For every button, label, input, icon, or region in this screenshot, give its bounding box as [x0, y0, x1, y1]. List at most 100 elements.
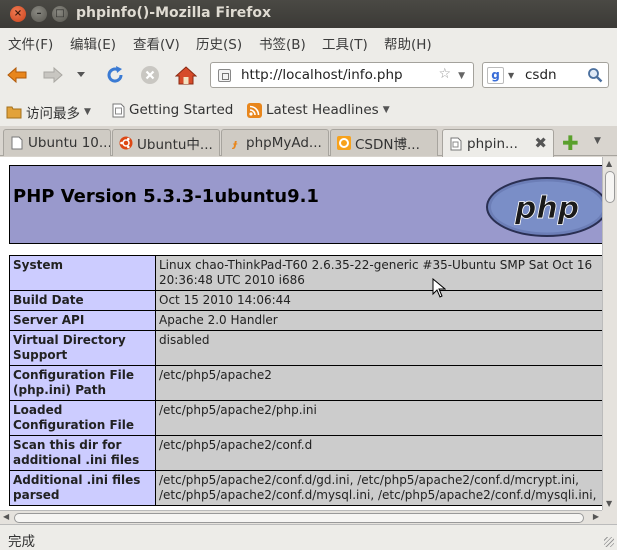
tab-phpinfo[interactable]: phpin... ✖ — [442, 129, 554, 157]
tab-label: phpMyAd... — [246, 135, 322, 151]
tab-label: Ubuntu 10... — [28, 135, 111, 151]
tab-label: Ubuntu中... — [137, 137, 213, 153]
page-icon — [449, 137, 463, 151]
bookmark-label: Latest Headlines — [266, 102, 379, 118]
menu-history[interactable]: 历史(S) — [196, 33, 242, 53]
page-icon — [10, 136, 24, 150]
table-cell-key: Additional .ini files parsed — [9, 470, 156, 506]
close-tab-icon[interactable]: ✖ — [534, 134, 547, 152]
forward-arrow-icon — [43, 66, 63, 84]
close-window-button[interactable]: × — [10, 6, 26, 22]
tab-csdn[interactable]: CSDN博... — [330, 129, 438, 156]
bookmark-latest-headlines[interactable]: Latest Headlines ▼ — [247, 102, 390, 118]
table-cell-value: Oct 15 2010 14:06:44 — [155, 290, 602, 311]
close-icon: × — [13, 8, 23, 19]
menu-bookmarks[interactable]: 书签(B) — [259, 33, 306, 53]
stop-button[interactable] — [139, 64, 161, 86]
scroll-right-arrow-icon[interactable]: ▶ — [593, 512, 599, 521]
menu-edit[interactable]: 编辑(E) — [70, 33, 116, 53]
table-cell-value: /etc/php5/apache2/php.ini — [155, 400, 602, 436]
window-title: phpinfo()-Mozilla Firefox — [76, 5, 272, 21]
php-logo-icon: php — [486, 177, 602, 237]
mouse-pointer-icon — [432, 278, 446, 298]
horizontal-scroll-thumb[interactable] — [14, 513, 584, 523]
table-row: System Linux chao-ThinkPad-T60 2.6.35-22… — [9, 255, 602, 291]
bookmark-star-icon[interactable]: ☆ — [438, 66, 451, 82]
scroll-left-arrow-icon[interactable]: ◀ — [3, 512, 9, 521]
table-cell-value: /etc/php5/apache2/conf.d — [155, 435, 602, 471]
chevron-down-icon: ▼ — [84, 107, 91, 117]
google-icon[interactable]: g — [487, 67, 504, 84]
bookmark-getting-started[interactable]: Getting Started — [112, 102, 233, 118]
table-row: Additional .ini files parsed /etc/php5/a… — [9, 470, 602, 506]
table-row: Virtual Directory Support disabled — [9, 330, 602, 366]
menu-view[interactable]: 查看(V) — [133, 33, 180, 53]
menu-help[interactable]: 帮助(H) — [384, 33, 432, 53]
search-bar[interactable]: g ▼ csdn — [482, 62, 609, 88]
page-title: PHP Version 5.3.3-1ubuntu9.1 — [13, 186, 319, 207]
site-identity-icon[interactable] — [218, 69, 231, 82]
home-icon — [175, 66, 197, 85]
minimize-icon: – — [36, 8, 42, 19]
status-bar: 完成 — [0, 524, 617, 550]
table-cell-value: /etc/php5/apache2/conf.d/gd.ini, /etc/ph… — [155, 470, 602, 506]
table-cell-value: disabled — [155, 330, 602, 366]
back-arrow-icon — [7, 66, 27, 84]
table-cell-key: Configuration File (php.ini) Path — [9, 365, 156, 401]
bookmarks-toolbar: 访问最多 ▼ Getting Started Latest Headlines … — [0, 94, 617, 126]
page-content: PHP Version 5.3.3-1ubuntu9.1 php System … — [0, 157, 602, 510]
resize-grip-icon[interactable] — [604, 537, 614, 547]
ubuntu-icon — [119, 136, 133, 150]
reload-icon — [107, 66, 123, 83]
scroll-down-arrow-icon[interactable]: ▼ — [606, 499, 612, 508]
menu-bar: 文件(F) 编辑(E) 查看(V) 历史(S) 书签(B) 工具(T) 帮助(H… — [0, 28, 617, 54]
horizontal-scrollbar[interactable]: ◀ ▶ — [0, 510, 602, 524]
phpmyadmin-icon: ɟ — [233, 136, 237, 150]
list-all-tabs-icon[interactable]: ▼ — [594, 136, 601, 146]
tab-phpmyadmin[interactable]: ɟ phpMyAd... — [221, 129, 329, 156]
navigation-toolbar: http://localhost/info.php ☆ ▼ g ▼ csdn — [0, 54, 617, 94]
table-cell-value: Apache 2.0 Handler — [155, 310, 602, 331]
search-engine-dropdown-icon[interactable]: ▼ — [508, 71, 514, 80]
stop-icon — [141, 66, 159, 84]
table-row: Configuration File (php.ini) Path /etc/p… — [9, 365, 602, 401]
table-cell-value: Linux chao-ThinkPad-T60 2.6.35-22-generi… — [155, 255, 602, 291]
table-cell-key: System — [9, 255, 156, 291]
tab-label: phpin... — [467, 135, 518, 152]
search-input[interactable]: csdn — [525, 67, 557, 83]
table-cell-key: Virtual Directory Support — [9, 330, 156, 366]
back-button[interactable] — [6, 64, 28, 86]
tab-ubuntu-10[interactable]: Ubuntu 10... — [3, 129, 111, 156]
menu-file[interactable]: 文件(F) — [8, 33, 53, 53]
forward-button[interactable] — [42, 64, 64, 86]
status-text: 完成 — [8, 534, 35, 550]
url-bar[interactable]: http://localhost/info.php ☆ ▼ — [210, 62, 474, 88]
table-row: Build Date Oct 15 2010 14:06:44 — [9, 290, 602, 311]
table-row: Server API Apache 2.0 Handler — [9, 310, 602, 331]
tab-ubuntu-cn[interactable]: Ubuntu中... — [112, 129, 220, 156]
new-tab-plus-icon[interactable]: ✚ — [562, 131, 579, 155]
maximize-icon: □ — [55, 8, 65, 19]
minimize-window-button[interactable]: – — [31, 6, 47, 22]
tab-strip: Ubuntu 10... Ubuntu中... ɟ phpMyAd... CSD… — [0, 126, 617, 157]
maximize-window-button[interactable]: □ — [52, 6, 68, 22]
page-icon — [112, 103, 125, 117]
menu-tools[interactable]: 工具(T) — [322, 33, 368, 53]
bookmark-label: 访问最多 — [26, 106, 80, 122]
home-button[interactable] — [175, 64, 197, 86]
url-history-dropdown-icon[interactable]: ▼ — [458, 71, 465, 81]
table-cell-key: Build Date — [9, 290, 156, 311]
scroll-up-arrow-icon[interactable]: ▲ — [606, 159, 612, 168]
phpinfo-table: System Linux chao-ThinkPad-T60 2.6.35-22… — [9, 255, 602, 506]
search-icon[interactable] — [587, 67, 603, 83]
url-input[interactable]: http://localhost/info.php — [241, 67, 403, 83]
history-dropdown-button[interactable] — [74, 64, 88, 86]
reload-button[interactable] — [104, 64, 126, 86]
scrollbar-corner — [602, 510, 617, 524]
window-titlebar: × – □ phpinfo()-Mozilla Firefox — [0, 0, 617, 28]
vertical-scroll-thumb[interactable] — [605, 171, 615, 203]
table-cell-value: /etc/php5/apache2 — [155, 365, 602, 401]
vertical-scrollbar[interactable]: ▲ ▼ — [602, 157, 617, 510]
rss-icon — [247, 102, 262, 118]
bookmark-most-visited[interactable]: 访问最多 ▼ — [6, 102, 91, 122]
